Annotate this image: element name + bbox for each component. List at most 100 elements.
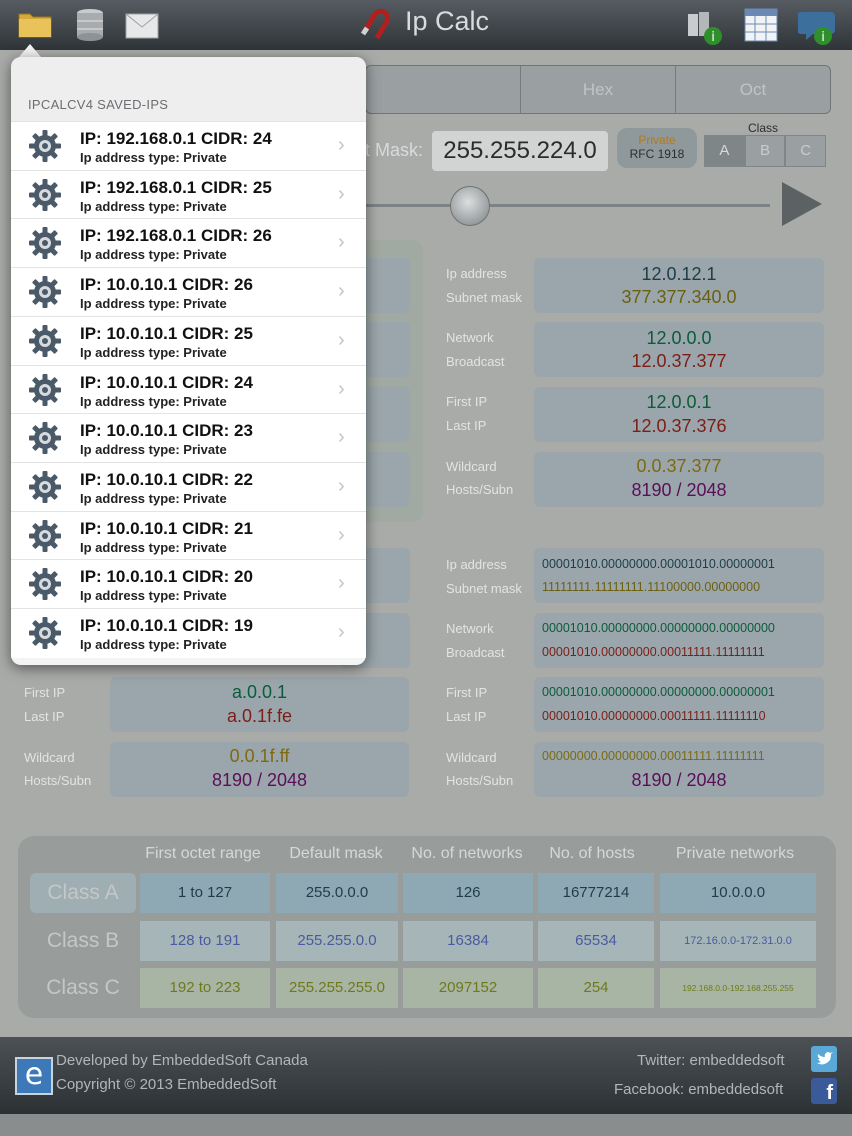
table-icon[interactable]: [743, 6, 779, 42]
saved-ip-title: IP: 10.0.10.1 CIDR: 25: [80, 323, 253, 343]
header-first-octet: First octet range: [145, 845, 261, 862]
gear-icon: [27, 274, 63, 310]
oct-ip-value: 12.0.12.1: [641, 264, 717, 284]
gear-icon: [27, 128, 63, 164]
twitter-link[interactable]: Twitter: embeddedsoft: [637, 1052, 785, 1069]
saved-ip-row[interactable]: IP: 10.0.10.1 CIDR: 23 Ip address type: P…: [11, 413, 366, 463]
bin-mask-label: Subnet mask: [446, 581, 522, 596]
private-badge-type: Private: [638, 133, 676, 147]
oct-box-3: 12.0.0.1 12.0.37.376: [534, 387, 824, 442]
saved-ip-row[interactable]: IP: 10.0.10.1 CIDR: 26 Ip address type: P…: [11, 267, 366, 317]
gear-icon: [27, 469, 63, 505]
chevron-right-icon: ›: [338, 328, 345, 351]
oct-ip-label: Ip address: [446, 266, 507, 281]
saved-ip-type: Ip address type: Private: [80, 637, 227, 652]
oct-box-1: 12.0.12.1 377.377.340.0: [534, 258, 824, 313]
header-default-mask: Default mask: [289, 845, 383, 862]
tab-oct[interactable]: Oct: [675, 66, 830, 113]
chevron-right-icon: ›: [338, 377, 345, 400]
saved-ips-popover: IPCALCV4 SAVED-IPS IP: 192.168.0.1 CIDR:…: [11, 57, 366, 665]
class-b-label: Class B: [46, 929, 120, 952]
facebook-link[interactable]: Facebook: embeddedsoft: [614, 1081, 783, 1098]
bin-box-1: 00001010.00000000.00001010.00000001 1111…: [534, 548, 824, 603]
copyright-text: Copyright © 2013 EmbeddedSoft: [56, 1076, 277, 1093]
chevron-right-icon: ›: [338, 231, 345, 254]
saved-ip-type: Ip address type: Private: [80, 393, 227, 409]
saved-ip-row[interactable]: IP: 192.168.0.1 CIDR: 24 Ip address type:…: [11, 121, 366, 171]
saved-ip-type: Ip address type: Private: [80, 539, 227, 555]
saved-ip-row[interactable]: IP: 10.0.10.1 CIDR: 19 Ip address type: P…: [11, 608, 366, 658]
svg-text:i: i: [711, 30, 715, 45]
app-title: Ip Calc: [405, 6, 490, 36]
play-button[interactable]: [782, 182, 822, 226]
chevron-right-icon: ›: [338, 572, 345, 595]
oct-first-ip-value: 12.0.0.1: [646, 392, 712, 412]
saved-ip-type: Ip address type: Private: [80, 198, 227, 214]
saved-ip-row[interactable]: IP: 10.0.10.1 CIDR: 21 Ip address type: P…: [11, 510, 366, 561]
table-cell: 2097152: [403, 968, 533, 1008]
bin-wildcard-label: Wildcard: [446, 750, 497, 765]
saved-ip-title: IP: 192.168.0.1 CIDR: 24: [80, 129, 272, 148]
top-toolbar: Ip Calc i i: [0, 0, 852, 50]
developer-text: Developed by EmbeddedSoft Canada: [56, 1052, 308, 1069]
table-cell: 255.0.0.0: [276, 873, 398, 913]
popover-title: IPCALCV4 SAVED-IPS: [28, 97, 169, 112]
private-badge-rfc: RFC 1918: [629, 147, 685, 161]
header-hosts: No. of hosts: [549, 845, 635, 862]
chevron-right-icon: ›: [338, 182, 345, 205]
twitter-icon[interactable]: [811, 1046, 837, 1072]
bin-box-4: 00000000.00000000.00011111.11111111 8190…: [534, 742, 824, 797]
saved-ip-type: Ip address type: Private: [80, 442, 227, 458]
saved-ip-row[interactable]: IP: 10.0.10.1 CIDR: 22 Ip address type: P…: [11, 461, 366, 512]
oct-last-ip-value: 12.0.37.376: [631, 416, 727, 436]
saved-ip-row[interactable]: IP: 10.0.10.1 CIDR: 25 Ip address type: P…: [11, 315, 366, 366]
bin-hosts-label: Hosts/Subn: [446, 773, 514, 788]
saved-ip-title: IP: 10.0.10.1 CIDR: 23: [80, 421, 253, 441]
bin-hosts-value: 8190 / 2048: [631, 770, 727, 790]
bin-network-label: Network: [446, 621, 494, 636]
envelope-icon[interactable]: [123, 6, 159, 42]
bin-broadcast-label: Broadcast: [446, 645, 505, 660]
chevron-right-icon: ›: [338, 474, 345, 497]
bin-network-value: 00001010.00000000.00000000.00000000: [542, 621, 775, 635]
database-icon[interactable]: [72, 6, 108, 42]
facebook-icon[interactable]: f: [811, 1078, 837, 1104]
class-option-c[interactable]: C: [785, 135, 827, 167]
subnet-mask-field[interactable]: 255.255.224.0: [432, 131, 608, 171]
gear-icon: [27, 372, 63, 408]
chat-info-icon[interactable]: i: [797, 6, 835, 45]
oct-mask-value: 377.377.340.0: [621, 287, 737, 307]
header-networks: No. of networks: [411, 845, 523, 862]
bin-wildcard-value: 00000000.00000000.00011111.11111111: [542, 749, 765, 763]
class-c-label: Class C: [46, 976, 120, 999]
class-label: Class: [748, 121, 779, 135]
saved-ip-title: IP: 10.0.10.1 CIDR: 20: [80, 567, 253, 587]
tab-hex[interactable]: Hex: [520, 66, 675, 113]
cidr-slider-track[interactable]: [365, 204, 770, 207]
oct-wildcard-label: Wildcard: [446, 459, 497, 474]
class-option-b[interactable]: B: [744, 135, 786, 167]
hex-wildcard-value: 0.0.1f.ff: [229, 746, 290, 766]
table-cell: 255.255.255.0: [276, 968, 398, 1008]
saved-ip-row[interactable]: IP: 10.0.10.1 CIDR: 20 Ip address type: P…: [11, 559, 366, 609]
cidr-slider-knob[interactable]: [450, 186, 490, 226]
saved-ip-title: IP: 10.0.10.1 CIDR: 19: [80, 616, 253, 635]
table-cell: 16384: [403, 921, 533, 961]
saved-ip-row[interactable]: IP: 192.168.0.1 CIDR: 25 Ip address type:…: [11, 169, 366, 220]
books-info-icon[interactable]: i: [686, 6, 722, 45]
table-cell: 128 to 191: [140, 921, 270, 961]
private-badge: Private RFC 1918: [617, 128, 697, 168]
saved-ip-title: IP: 192.168.0.1 CIDR: 26: [80, 226, 272, 246]
class-option-a[interactable]: A: [704, 135, 745, 167]
subnet-mask-label: t Mask:: [365, 140, 424, 160]
format-tabs: Hex Oct: [365, 65, 831, 114]
tab-dec[interactable]: [366, 66, 520, 113]
saved-ip-type: Ip address type: Private: [80, 588, 227, 604]
hex-first-ip-value: a.0.0.1: [231, 682, 288, 702]
saved-ip-row[interactable]: IP: 192.168.0.1 CIDR: 26 Ip address type:…: [11, 218, 366, 269]
saved-ip-row[interactable]: IP: 10.0.10.1 CIDR: 24 Ip address type: P…: [11, 364, 366, 415]
folder-icon[interactable]: [17, 6, 53, 42]
bin-box-2: 00001010.00000000.00000000.00000000 0000…: [534, 613, 824, 668]
chevron-right-icon: ›: [338, 523, 345, 546]
oct-hosts-value: 8190 / 2048: [631, 480, 727, 500]
